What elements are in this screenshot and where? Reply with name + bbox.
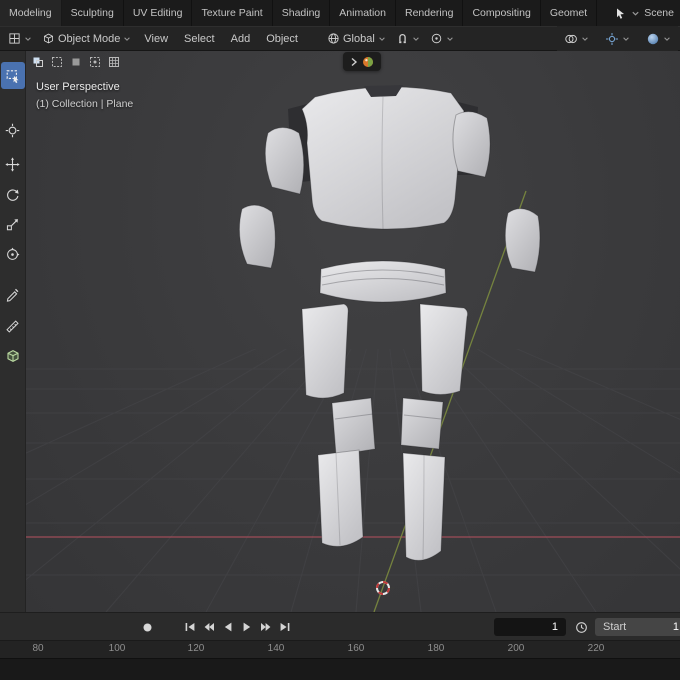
main-area: User Perspective (1) Collection | Plane — [0, 51, 680, 612]
ruler-mark: 220 — [587, 643, 605, 654]
gizmo-icon — [605, 32, 619, 46]
rotate-tool[interactable] — [2, 183, 24, 205]
editor-grid-icon — [8, 32, 21, 45]
snapping-dropdown[interactable] — [391, 30, 425, 47]
ruler-mark: 180 — [427, 643, 445, 654]
chevron-down-icon — [446, 35, 454, 43]
cursor-tool[interactable] — [2, 119, 24, 141]
globe-icon — [327, 32, 340, 45]
gizmos-dropdown[interactable] — [600, 30, 635, 48]
ruler-mark: 120 — [187, 643, 205, 654]
jump-to-start-button[interactable] — [181, 618, 199, 636]
workspace-tabbar: Modeling Sculpting UV Editing Texture Pa… — [0, 0, 680, 26]
ruler-mark: 80 — [32, 643, 44, 654]
chevron-down-icon — [581, 35, 589, 43]
menu-select[interactable]: Select — [176, 30, 223, 48]
move-tool[interactable] — [2, 153, 24, 175]
ruler-mark: 160 — [347, 643, 365, 654]
next-keyframe-button[interactable] — [257, 618, 275, 636]
select-mode-extend-icon[interactable] — [50, 55, 64, 69]
armor-model[interactable] — [238, 85, 541, 561]
app-cursor-icon — [614, 7, 627, 20]
start-value: 1 — [672, 621, 679, 633]
select-mode-subtract-icon[interactable] — [69, 55, 83, 69]
select-mode-new-icon[interactable] — [31, 55, 45, 69]
chevron-down-icon — [631, 9, 640, 18]
workspace-tab-animation[interactable]: Animation — [330, 0, 396, 26]
chevron-down-icon — [663, 35, 671, 43]
ruler-mark: 100 — [108, 643, 126, 654]
workspace-tab-shading[interactable]: Shading — [273, 0, 331, 26]
current-frame-value: 1 — [551, 621, 558, 633]
workspace-tab-compositing[interactable]: Compositing — [463, 0, 541, 26]
workspace-tab-rendering[interactable]: Rendering — [396, 0, 464, 26]
ruler-mark: 200 — [507, 643, 525, 654]
select-mode-intersect-icon[interactable] — [107, 55, 121, 69]
playback-controls — [181, 618, 294, 636]
mode-label: Object Mode — [58, 32, 121, 45]
select-mode-icons — [31, 55, 121, 69]
chevron-down-icon — [412, 35, 420, 43]
viewport-shading-dropdown[interactable] — [641, 30, 676, 48]
collection-breadcrumb: (1) Collection | Plane — [36, 98, 134, 110]
proportional-circle-icon — [430, 32, 443, 45]
show-overlays-dropdown[interactable] — [559, 30, 594, 48]
menu-view[interactable]: View — [136, 30, 176, 48]
current-frame-field[interactable]: 1 — [494, 618, 566, 636]
orientation-label: Global — [342, 32, 375, 45]
mode-dropdown[interactable]: Object Mode — [37, 30, 136, 47]
transform-tool[interactable] — [2, 243, 24, 265]
material-preview-sphere-icon — [362, 56, 374, 68]
workspace-tab-modeling[interactable]: Modeling — [0, 0, 62, 26]
annotate-tool[interactable] — [2, 283, 24, 305]
workspace-tab-sculpting[interactable]: Sculpting — [62, 0, 124, 26]
overlays-icon — [564, 32, 578, 46]
orientation-dropdown[interactable]: Global — [322, 30, 391, 47]
chevron-down-icon — [123, 35, 131, 43]
blender-window: Modeling Sculpting UV Editing Texture Pa… — [0, 0, 680, 680]
play-button[interactable] — [238, 618, 256, 636]
measure-tool[interactable] — [2, 315, 24, 337]
magnet-icon — [396, 32, 409, 45]
play-reverse-button[interactable] — [219, 618, 237, 636]
view-perspective-label: User Perspective — [36, 81, 120, 93]
timeline-bar: 1 Start 1 — [0, 612, 680, 640]
chevron-down-icon — [622, 35, 630, 43]
shading-sphere-icon — [646, 32, 660, 46]
scale-tool[interactable] — [2, 213, 24, 235]
scene-name[interactable]: Scene — [644, 7, 674, 19]
workspace-tab-uv-editing[interactable]: UV Editing — [124, 0, 193, 26]
timeline-ruler[interactable]: 80 100 120 140 160 180 200 220 — [0, 640, 680, 658]
expand-panel-button[interactable] — [343, 52, 381, 71]
viewport-3d[interactable]: User Perspective (1) Collection | Plane — [26, 51, 680, 612]
axis-y-line — [373, 190, 527, 612]
workspace-tab-texture-paint[interactable]: Texture Paint — [192, 0, 273, 26]
viewport-canvas[interactable] — [26, 51, 680, 612]
menu-add[interactable]: Add — [223, 30, 259, 48]
add-cube-tool[interactable] — [2, 345, 24, 367]
chevron-right-icon — [350, 57, 358, 67]
jump-to-end-button[interactable] — [276, 618, 294, 636]
tool-shelf — [0, 51, 26, 612]
prev-keyframe-button[interactable] — [200, 618, 218, 636]
ruler-mark: 140 — [267, 643, 285, 654]
select-box-tool[interactable] — [0, 62, 25, 89]
start-label: Start — [603, 621, 627, 633]
status-bar — [0, 658, 680, 680]
workspace-tab-geometry[interactable]: Geomet — [541, 0, 598, 26]
frame-start-field[interactable]: Start 1 — [595, 618, 680, 636]
menu-object[interactable]: Object — [258, 30, 306, 48]
viewport-header-right — [557, 26, 678, 51]
scene-selector[interactable]: Scene — [604, 0, 680, 26]
playback-clock-icon[interactable] — [573, 619, 589, 635]
proportional-editing-dropdown[interactable] — [425, 30, 459, 47]
select-mode-invert-icon[interactable] — [88, 55, 102, 69]
editor-type-button[interactable] — [3, 30, 37, 47]
chevron-down-icon — [378, 35, 386, 43]
auto-keying-record-button[interactable] — [140, 620, 155, 635]
chevron-down-icon — [24, 35, 32, 43]
object-mode-icon — [42, 32, 55, 45]
